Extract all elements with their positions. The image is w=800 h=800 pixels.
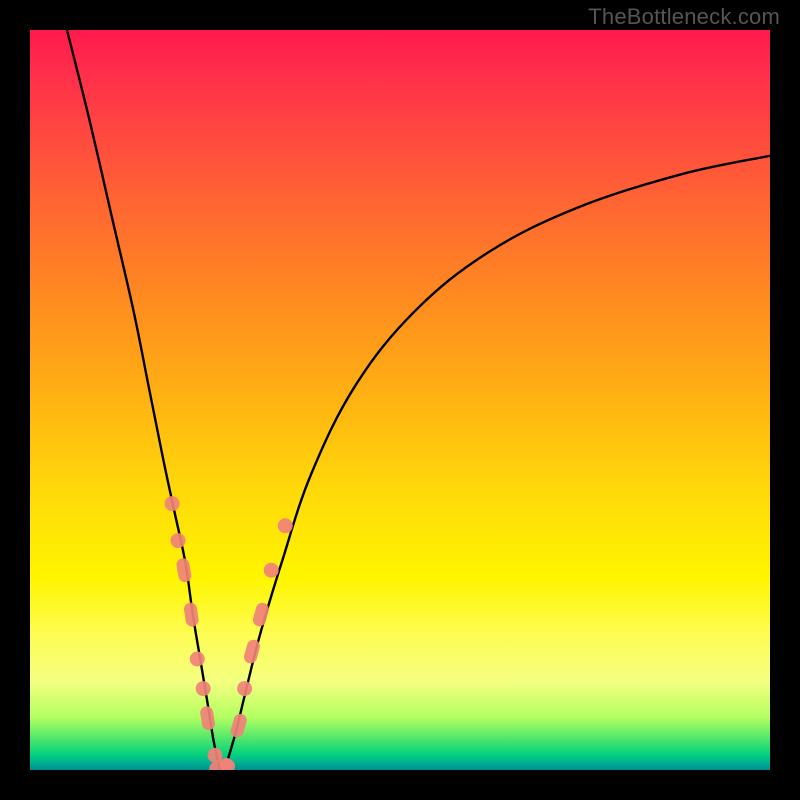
attribution-watermark: TheBottleneck.com (588, 4, 780, 30)
plot-area (30, 30, 770, 770)
chart-frame: TheBottleneck.com (0, 0, 800, 800)
data-markers (165, 496, 293, 770)
bottleneck-curve (30, 30, 770, 770)
